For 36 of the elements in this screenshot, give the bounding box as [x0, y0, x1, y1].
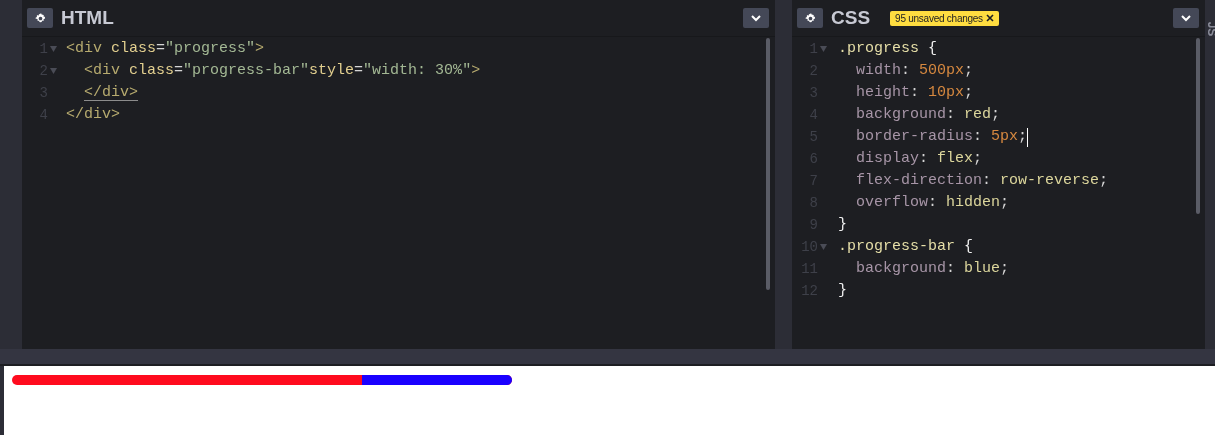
unsaved-changes-badge[interactable]: 95 unsaved changes [890, 10, 999, 26]
pane-title: CSS [831, 5, 871, 30]
code-line: .progress { [838, 38, 938, 59]
code-line: </div> [66, 104, 120, 125]
code-line: flex-direction: row-reverse; [855, 170, 1109, 191]
code-line: <div class="progress"> [66, 38, 265, 59]
settings-icon [804, 12, 816, 24]
code-line: } [838, 214, 847, 235]
code-line: } [838, 280, 847, 301]
code-line: height: 10px; [855, 82, 974, 103]
settings-button[interactable] [797, 8, 823, 28]
scrollbar[interactable] [766, 38, 770, 290]
code-line: <div class="progress-bar"style="width: 30%"> [83, 60, 481, 81]
close-icon[interactable] [985, 14, 994, 22]
code-line: background: blue; [855, 258, 1010, 279]
dropdown-button[interactable] [743, 8, 769, 28]
badge-text: 95 unsaved changes [895, 11, 983, 26]
chevron-down-icon [1180, 14, 1192, 22]
fold-arrow-icon[interactable] [50, 68, 57, 74]
fold-arrow-icon[interactable] [50, 46, 57, 52]
settings-button[interactable] [27, 8, 53, 28]
code-line: </div> [83, 82, 138, 103]
code-line: overflow: hidden; [855, 192, 1010, 213]
code-line: .progress-bar { [838, 236, 974, 257]
pane-title: HTML [61, 5, 114, 30]
code-line: width: 500px; [855, 60, 974, 81]
scrollbar[interactable] [1196, 38, 1200, 214]
fold-arrow-icon[interactable] [820, 244, 827, 250]
settings-icon [34, 12, 46, 24]
code-line: display: flex; [855, 148, 983, 169]
fold-arrow-icon[interactable] [820, 46, 827, 52]
resize-bar[interactable] [0, 349, 1215, 366]
dropdown-button[interactable] [1173, 8, 1199, 28]
chevron-down-icon [750, 14, 762, 22]
code-line: border-radius: 5px; [855, 126, 1028, 147]
code-line: background: red; [855, 104, 1001, 125]
